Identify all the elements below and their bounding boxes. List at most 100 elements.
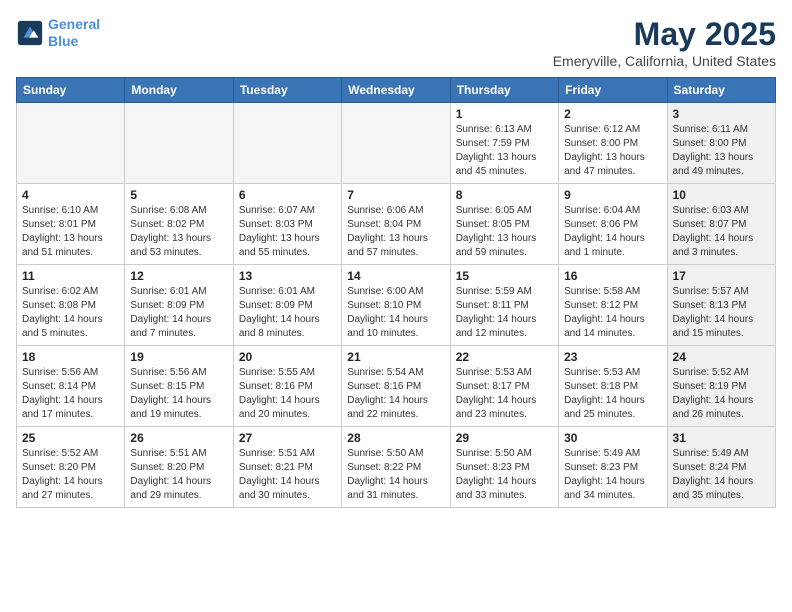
day-info: Sunrise: 5:59 AM Sunset: 8:11 PM Dayligh…: [456, 285, 553, 341]
day-number: 9: [564, 188, 661, 202]
day-info: Sunrise: 5:53 AM Sunset: 8:17 PM Dayligh…: [456, 366, 553, 422]
calendar-cell: 27Sunrise: 5:51 AM Sunset: 8:21 PM Dayli…: [233, 427, 341, 508]
day-info: Sunrise: 5:55 AM Sunset: 8:16 PM Dayligh…: [239, 366, 336, 422]
day-number: 22: [456, 350, 553, 364]
calendar-header-cell: Friday: [559, 78, 667, 103]
day-number: 5: [130, 188, 227, 202]
calendar-header-cell: Saturday: [667, 78, 775, 103]
calendar-cell: 26 Sunrise: 5:51 AM Sunset: 8:20 PM Dayli…: [125, 427, 233, 508]
day-info: Sunrise: 6:06 AM Sunset: 8:04 PM Dayligh…: [347, 204, 444, 260]
day-info: Sunrise: 6:03 AM Sunset: 8:07 PM Dayligh…: [673, 204, 770, 260]
calendar-cell: 3Sunrise: 6:11 AM Sunset: 8:00 PM Daylig…: [667, 103, 775, 184]
day-number: 2: [564, 107, 661, 121]
calendar-cell: 15 Sunrise: 5:59 AM Sunset: 8:11 PM Dayli…: [450, 265, 558, 346]
calendar-cell: 6 Sunrise: 6:07 AM Sunset: 8:03 PM Daylig…: [233, 184, 341, 265]
calendar-cell: 22 Sunrise: 5:53 AM Sunset: 8:17 PM Dayli…: [450, 346, 558, 427]
day-info: Sunrise: 5:51 AM Sunset: 8:20 PM Dayligh…: [130, 447, 227, 503]
calendar-cell: 8 Sunrise: 6:05 AM Sunset: 8:05 PM Daylig…: [450, 184, 558, 265]
calendar-cell: 21 Sunrise: 5:54 AM Sunset: 8:16 PM Dayli…: [342, 346, 450, 427]
day-info: Sunrise: 6:10 AM Sunset: 8:01 PM Dayligh…: [22, 204, 119, 260]
day-info: Sunrise: 5:51 AM Sunset: 8:21 PM Dayligh…: [239, 447, 336, 503]
day-info: Sunrise: 5:50 AM Sunset: 8:22 PM Dayligh…: [347, 447, 444, 503]
calendar-cell: 19Sunrise: 5:56 AM Sunset: 8:15 PM Dayli…: [125, 346, 233, 427]
day-number: 18: [22, 350, 119, 364]
calendar-cell: 1 Sunrise: 6:13 AM Sunset: 7:59 PM Daylig…: [450, 103, 558, 184]
day-info: Sunrise: 6:13 AM Sunset: 7:59 PM Dayligh…: [456, 123, 553, 179]
day-info: Sunrise: 6:07 AM Sunset: 8:03 PM Dayligh…: [239, 204, 336, 260]
logo-icon: [16, 19, 44, 47]
calendar-cell: [342, 103, 450, 184]
calendar-cell: 18 Sunrise: 5:56 AM Sunset: 8:14 PM Dayli…: [17, 346, 125, 427]
day-info: Sunrise: 5:52 AM Sunset: 8:20 PM Dayligh…: [22, 447, 119, 503]
day-number: 12: [130, 269, 227, 283]
calendar-cell: 28 Sunrise: 5:50 AM Sunset: 8:22 PM Dayli…: [342, 427, 450, 508]
logo-text: General Blue: [48, 16, 100, 50]
day-number: 31: [673, 431, 770, 445]
day-info: Sunrise: 5:50 AM Sunset: 8:23 PM Dayligh…: [456, 447, 553, 503]
day-info: Sunrise: 6:08 AM Sunset: 8:02 PM Dayligh…: [130, 204, 227, 260]
day-number: 24: [673, 350, 770, 364]
main-title: May 2025: [553, 16, 776, 53]
day-info: Sunrise: 6:11 AM Sunset: 8:00 PM Dayligh…: [673, 123, 770, 179]
day-number: 15: [456, 269, 553, 283]
day-number: 21: [347, 350, 444, 364]
calendar-row: 18 Sunrise: 5:56 AM Sunset: 8:14 PM Dayli…: [17, 346, 776, 427]
day-number: 30: [564, 431, 661, 445]
calendar-header-cell: Thursday: [450, 78, 558, 103]
calendar-cell: 4 Sunrise: 6:10 AM Sunset: 8:01 PM Daylig…: [17, 184, 125, 265]
day-info: Sunrise: 5:52 AM Sunset: 8:19 PM Dayligh…: [673, 366, 770, 422]
calendar-cell: 30Sunrise: 5:49 AM Sunset: 8:23 PM Dayli…: [559, 427, 667, 508]
calendar-cell: [17, 103, 125, 184]
day-number: 29: [456, 431, 553, 445]
calendar-cell: 24 Sunrise: 5:52 AM Sunset: 8:19 PM Dayli…: [667, 346, 775, 427]
day-number: 28: [347, 431, 444, 445]
calendar-cell: 29 Sunrise: 5:50 AM Sunset: 8:23 PM Dayli…: [450, 427, 558, 508]
day-number: 4: [22, 188, 119, 202]
day-number: 7: [347, 188, 444, 202]
day-info: Sunrise: 6:02 AM Sunset: 8:08 PM Dayligh…: [22, 285, 119, 341]
calendar-cell: 12 Sunrise: 6:01 AM Sunset: 8:09 PM Dayli…: [125, 265, 233, 346]
day-info: Sunrise: 6:01 AM Sunset: 8:09 PM Dayligh…: [239, 285, 336, 341]
calendar-cell: 17 Sunrise: 5:57 AM Sunset: 8:13 PM Dayli…: [667, 265, 775, 346]
day-number: 11: [22, 269, 119, 283]
calendar-cell: 23Sunrise: 5:53 AM Sunset: 8:18 PM Dayli…: [559, 346, 667, 427]
day-number: 16: [564, 269, 661, 283]
calendar-row: 1 Sunrise: 6:13 AM Sunset: 7:59 PM Daylig…: [17, 103, 776, 184]
day-number: 10: [673, 188, 770, 202]
day-number: 17: [673, 269, 770, 283]
day-number: 26: [130, 431, 227, 445]
subtitle: Emeryville, California, United States: [553, 53, 776, 69]
calendar-header-cell: Sunday: [17, 78, 125, 103]
day-number: 6: [239, 188, 336, 202]
calendar-cell: 13Sunrise: 6:01 AM Sunset: 8:09 PM Dayli…: [233, 265, 341, 346]
day-number: 23: [564, 350, 661, 364]
page-header: General Blue May 2025 Emeryville, Califo…: [16, 16, 776, 69]
day-info: Sunrise: 5:56 AM Sunset: 8:14 PM Dayligh…: [22, 366, 119, 422]
calendar-header-cell: Wednesday: [342, 78, 450, 103]
calendar-body: 1 Sunrise: 6:13 AM Sunset: 7:59 PM Daylig…: [17, 103, 776, 508]
calendar-cell: [125, 103, 233, 184]
day-info: Sunrise: 6:01 AM Sunset: 8:09 PM Dayligh…: [130, 285, 227, 341]
calendar-cell: 2Sunrise: 6:12 AM Sunset: 8:00 PM Daylig…: [559, 103, 667, 184]
day-info: Sunrise: 5:54 AM Sunset: 8:16 PM Dayligh…: [347, 366, 444, 422]
day-info: Sunrise: 5:57 AM Sunset: 8:13 PM Dayligh…: [673, 285, 770, 341]
day-number: 25: [22, 431, 119, 445]
calendar-row: 11 Sunrise: 6:02 AM Sunset: 8:08 PM Dayli…: [17, 265, 776, 346]
title-block: May 2025 Emeryville, California, United …: [553, 16, 776, 69]
calendar-header: SundayMondayTuesdayWednesdayThursdayFrid…: [17, 78, 776, 103]
calendar-cell: 14 Sunrise: 6:00 AM Sunset: 8:10 PM Dayli…: [342, 265, 450, 346]
calendar-cell: 10 Sunrise: 6:03 AM Sunset: 8:07 PM Dayli…: [667, 184, 775, 265]
day-info: Sunrise: 6:00 AM Sunset: 8:10 PM Dayligh…: [347, 285, 444, 341]
logo: General Blue: [16, 16, 100, 50]
calendar-cell: 25 Sunrise: 5:52 AM Sunset: 8:20 PM Dayli…: [17, 427, 125, 508]
day-info: Sunrise: 5:58 AM Sunset: 8:12 PM Dayligh…: [564, 285, 661, 341]
day-info: Sunrise: 6:04 AM Sunset: 8:06 PM Dayligh…: [564, 204, 661, 260]
calendar-header-cell: Monday: [125, 78, 233, 103]
day-number: 1: [456, 107, 553, 121]
calendar-cell: 16 Sunrise: 5:58 AM Sunset: 8:12 PM Dayli…: [559, 265, 667, 346]
day-info: Sunrise: 5:56 AM Sunset: 8:15 PM Dayligh…: [130, 366, 227, 422]
day-number: 14: [347, 269, 444, 283]
day-number: 8: [456, 188, 553, 202]
calendar-cell: [233, 103, 341, 184]
day-info: Sunrise: 6:05 AM Sunset: 8:05 PM Dayligh…: [456, 204, 553, 260]
